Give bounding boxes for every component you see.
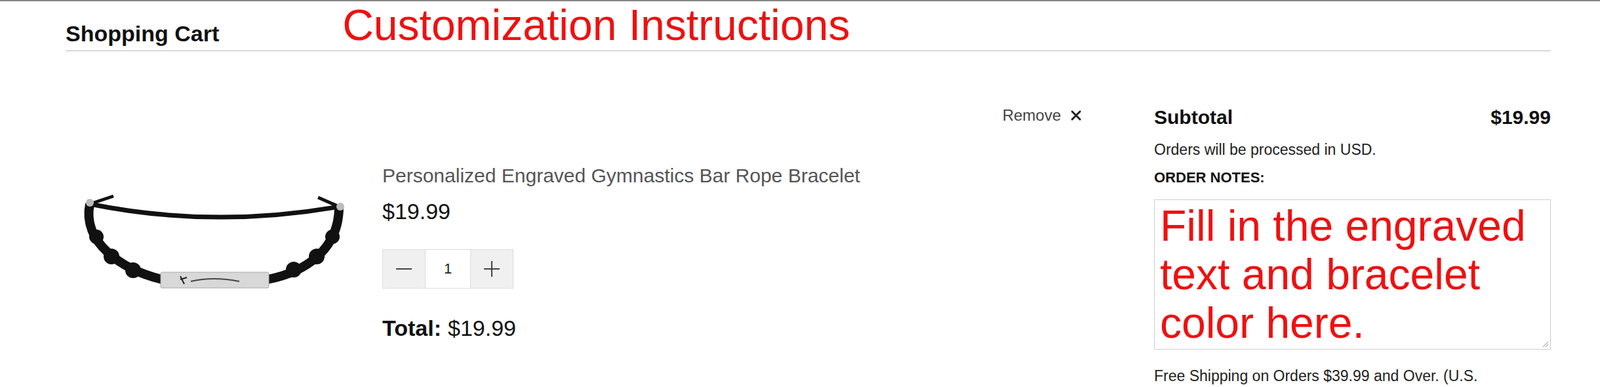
product-image[interactable] (65, 163, 383, 304)
subtotal-label: Subtotal (1154, 104, 1233, 131)
item-row: Personalized Engraved Gymnastics Bar Rop… (65, 125, 1082, 341)
bracelet-icon (81, 189, 348, 301)
notes-annotation: Fill in the engraved text and bracelet c… (1160, 201, 1545, 347)
order-summary: Subtotal $19.99 Orders will be processed i… (1154, 51, 1551, 385)
quantity-stepper: 1 (382, 249, 514, 289)
minus-icon (394, 259, 414, 279)
remove-button[interactable]: Remove (1002, 105, 1082, 126)
annotation-heading: Customization Instructions (342, 1, 850, 48)
quantity-field[interactable]: 1 (424, 249, 471, 288)
product-name[interactable]: Personalized Engraved Gymnastics Bar Rop… (382, 162, 861, 189)
cart-header: Shopping Cart Customization Instructions (65, 1, 1551, 52)
total-value: $19.99 (447, 314, 517, 341)
order-notes-field[interactable]: Fill in the engraved text and bracelet c… (1154, 199, 1551, 350)
cart-body: Remove Personalized Engraved Gymnastics B… (0, 51, 1600, 385)
order-notes-label: ORDER NOTES: (1154, 167, 1551, 188)
currency-note: Orders will be processed in USD. (1154, 139, 1551, 160)
cart-item: Remove Personalized Engraved Gymnastics B… (65, 51, 1082, 385)
plus-icon (482, 259, 501, 279)
subtotal-value: $19.99 (1490, 104, 1551, 131)
resize-grip-icon[interactable] (1540, 339, 1549, 348)
shipping-note: Free Shipping on Orders $39.99 and Over.… (1154, 366, 1551, 385)
item-info: Personalized Engraved Gymnastics Bar Rop… (382, 162, 861, 341)
item-total: Total:$19.99 (382, 314, 861, 341)
total-label: Total: (382, 314, 442, 341)
remove-label: Remove (1002, 105, 1061, 126)
increment-button[interactable] (470, 249, 513, 288)
page-title: Shopping Cart (65, 20, 220, 47)
subtotal-row: Subtotal $19.99 (1154, 104, 1551, 131)
product-price: $19.99 (382, 198, 861, 225)
close-icon (1070, 109, 1082, 122)
decrement-button[interactable] (382, 249, 425, 288)
remove-row: Remove (65, 105, 1082, 126)
shopping-cart-page: Shopping CartCustomization InstructionsR… (0, 0, 1600, 387)
